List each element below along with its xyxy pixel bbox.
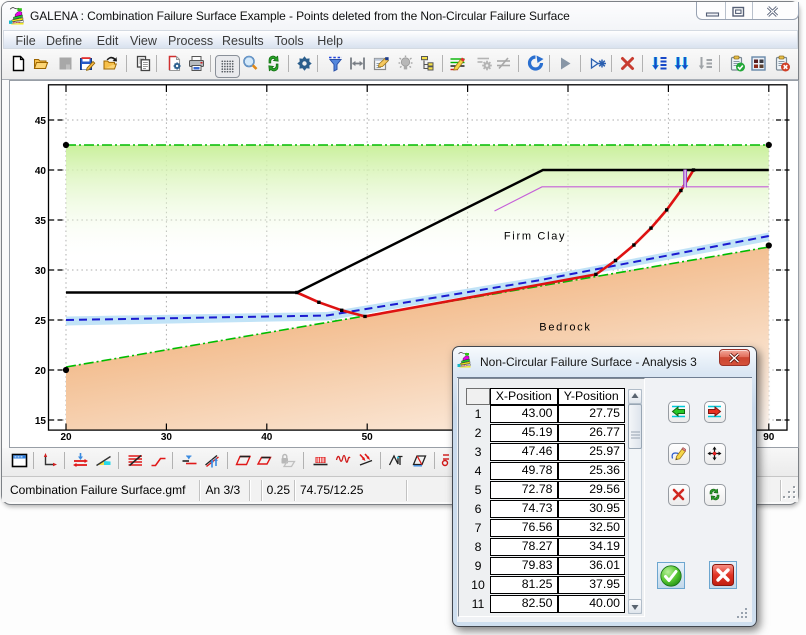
svg-text:20: 20 <box>60 432 72 443</box>
svg-text:Bedrock: Bedrock <box>539 321 591 333</box>
svg-text:40: 40 <box>34 165 46 176</box>
svg-text:90: 90 <box>763 432 775 443</box>
svg-text:45: 45 <box>34 115 46 126</box>
svg-text:30: 30 <box>160 432 172 443</box>
svg-text:15: 15 <box>34 415 46 426</box>
svg-text:40: 40 <box>261 432 273 443</box>
svg-text:25: 25 <box>34 315 46 326</box>
svg-text:20: 20 <box>34 365 46 376</box>
svg-text:Firm Clay: Firm Clay <box>503 230 565 242</box>
svg-text:30: 30 <box>34 265 46 276</box>
svg-text:35: 35 <box>34 215 46 226</box>
svg-text:50: 50 <box>361 432 373 443</box>
